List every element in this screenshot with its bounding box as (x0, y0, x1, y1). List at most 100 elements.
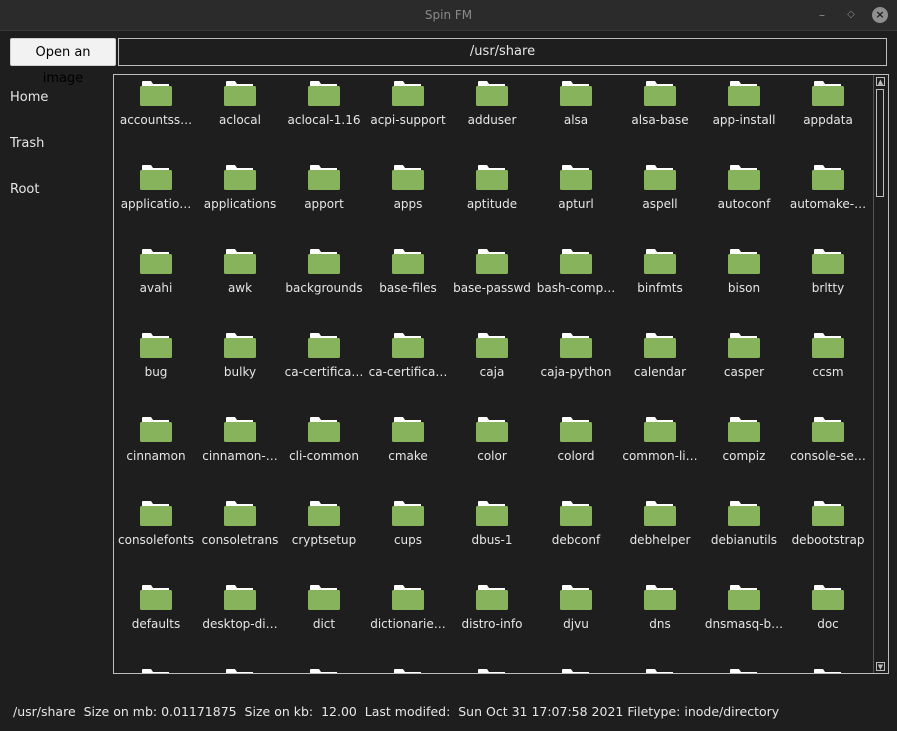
file-item[interactable]: dns (618, 579, 702, 663)
file-item[interactable]: apport (282, 159, 366, 243)
file-name: ca-certifica… (368, 365, 448, 379)
file-item[interactable]: app-install (702, 75, 786, 159)
file-item[interactable]: accountss… (114, 75, 198, 159)
file-item[interactable] (786, 663, 870, 673)
folder-icon (308, 81, 340, 106)
file-item[interactable]: calendar (618, 327, 702, 411)
folder-icon (140, 417, 172, 442)
file-item[interactable]: dnsmasq-b… (702, 579, 786, 663)
file-item[interactable]: ca-certifica… (282, 327, 366, 411)
scrollbar-thumb[interactable] (876, 89, 884, 197)
file-item[interactable]: autoconf (702, 159, 786, 243)
file-item[interactable]: cryptsetup (282, 495, 366, 579)
file-item[interactable]: defaults (114, 579, 198, 663)
sidebar-item-trash[interactable]: Trash (10, 136, 44, 151)
file-item[interactable]: alsa-base (618, 75, 702, 159)
file-item[interactable]: backgrounds (282, 243, 366, 327)
file-item[interactable]: aclocal (198, 75, 282, 159)
file-item[interactable]: dictionarie… (366, 579, 450, 663)
file-name: distro-info (461, 617, 523, 631)
folder-icon (644, 249, 676, 274)
file-item[interactable]: apturl (534, 159, 618, 243)
file-item[interactable]: base-files (366, 243, 450, 327)
maximize-icon[interactable]: ◇ (843, 7, 859, 23)
open-image-button[interactable]: Open an image (10, 38, 116, 86)
file-item[interactable] (702, 663, 786, 673)
folder-icon (476, 249, 508, 274)
file-item[interactable]: avahi (114, 243, 198, 327)
file-item[interactable]: debhelper (618, 495, 702, 579)
file-item[interactable]: brltty (786, 243, 870, 327)
file-item[interactable]: adduser (450, 75, 534, 159)
folder-icon (392, 249, 424, 274)
file-item[interactable]: caja-python (534, 327, 618, 411)
scroll-up-icon[interactable]: ▲ (876, 77, 885, 86)
file-item[interactable]: cli-common (282, 411, 366, 495)
file-item[interactable]: colord (534, 411, 618, 495)
file-item[interactable]: awk (198, 243, 282, 327)
folder-icon (728, 417, 760, 442)
file-item[interactable]: bug (114, 327, 198, 411)
minimize-icon[interactable]: – (814, 7, 830, 23)
folder-icon (308, 165, 340, 190)
file-item[interactable]: acpi-support (366, 75, 450, 159)
file-item[interactable]: cups (366, 495, 450, 579)
file-grid-panel: accountss… aclocal aclocal-1.16 acpi-suppor… (113, 74, 889, 674)
scroll-down-icon[interactable]: ▼ (876, 662, 885, 671)
file-item[interactable]: color (450, 411, 534, 495)
file-item[interactable]: debconf (534, 495, 618, 579)
folder-icon (728, 249, 760, 274)
file-item[interactable]: dict (282, 579, 366, 663)
file-item[interactable]: doc (786, 579, 870, 663)
path-field[interactable]: /usr/share (118, 38, 887, 66)
file-item[interactable] (534, 663, 618, 673)
file-item[interactable]: consoletrans (198, 495, 282, 579)
file-item[interactable]: ca-certifica… (366, 327, 450, 411)
file-item[interactable]: cinnamon-… (198, 411, 282, 495)
file-item[interactable]: dbus-1 (450, 495, 534, 579)
file-item[interactable]: base-passwd (450, 243, 534, 327)
file-item[interactable]: apps (366, 159, 450, 243)
file-item[interactable]: binfmts (618, 243, 702, 327)
file-item[interactable] (618, 663, 702, 673)
file-item[interactable]: cmake (366, 411, 450, 495)
folder-icon (812, 165, 844, 190)
file-item[interactable]: applications (198, 159, 282, 243)
file-item[interactable]: consolefonts (114, 495, 198, 579)
file-item[interactable]: alsa (534, 75, 618, 159)
file-item[interactable] (198, 663, 282, 673)
file-item[interactable]: appdata (786, 75, 870, 159)
folder-icon (644, 501, 676, 526)
file-item[interactable]: casper (702, 327, 786, 411)
file-item[interactable]: bison (702, 243, 786, 327)
file-item[interactable] (282, 663, 366, 673)
file-item[interactable]: common-li… (618, 411, 702, 495)
file-item[interactable]: aspell (618, 159, 702, 243)
file-item[interactable] (450, 663, 534, 673)
folder-icon (392, 417, 424, 442)
file-item[interactable]: ccsm (786, 327, 870, 411)
sidebar-item-root[interactable]: Root (10, 182, 39, 197)
file-item[interactable] (114, 663, 198, 673)
sidebar-item-home[interactable]: Home (10, 90, 48, 105)
file-item[interactable]: distro-info (450, 579, 534, 663)
file-name: dictionarie… (370, 617, 446, 631)
file-item[interactable]: djvu (534, 579, 618, 663)
file-name: dns (649, 617, 671, 631)
file-item[interactable]: cinnamon (114, 411, 198, 495)
close-icon[interactable]: × (872, 7, 888, 23)
file-item[interactable]: bash-comp… (534, 243, 618, 327)
file-item[interactable] (366, 663, 450, 673)
file-item[interactable]: applicatio… (114, 159, 198, 243)
file-item[interactable]: compiz (702, 411, 786, 495)
vertical-scrollbar[interactable]: ▲ ▼ (873, 75, 888, 673)
file-item[interactable]: console-se… (786, 411, 870, 495)
file-item[interactable]: automake-… (786, 159, 870, 243)
file-item[interactable]: desktop-di… (198, 579, 282, 663)
file-item[interactable]: debootstrap (786, 495, 870, 579)
file-item[interactable]: debianutils (702, 495, 786, 579)
file-item[interactable]: bulky (198, 327, 282, 411)
file-item[interactable]: aclocal-1.16 (282, 75, 366, 159)
file-item[interactable]: aptitude (450, 159, 534, 243)
file-item[interactable]: caja (450, 327, 534, 411)
